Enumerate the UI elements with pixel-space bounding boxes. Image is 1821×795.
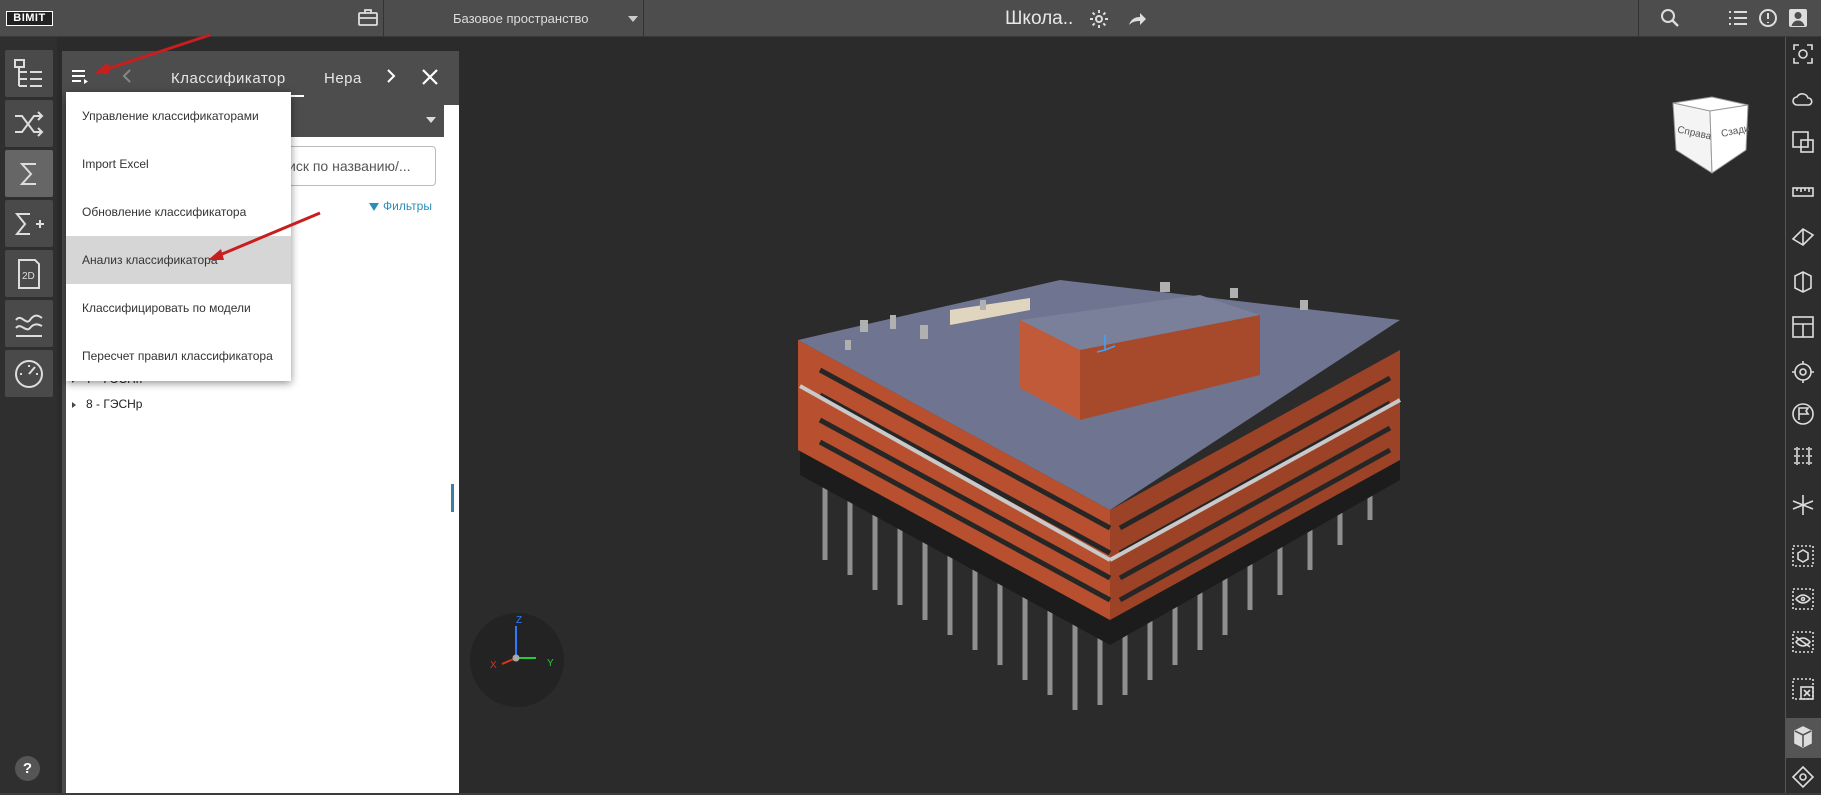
svg-text:2D: 2D [22,271,35,282]
2d-drawing-icon[interactable]: 2D [5,250,53,297]
menu-item-manage-classifiers[interactable]: Управление классификаторами [66,92,291,140]
sigma-plus-icon[interactable] [5,200,53,247]
cube-select-icon[interactable] [1791,544,1815,568]
tab-classifier[interactable]: Классификатор [171,70,286,87]
floor-plan-icon[interactable] [1791,315,1815,339]
menu-item-classify-by-model[interactable]: Классифицировать по модели [66,284,291,332]
solid-cube-icon[interactable] [1791,725,1815,749]
axis-z-label: Z [516,615,523,626]
cloud-icon[interactable] [1791,87,1815,111]
select-area-icon[interactable] [1791,130,1815,154]
workspace-selector[interactable]: Базовое пространство [453,11,589,26]
flag-icon[interactable] [1791,402,1815,426]
page-title: Школа.. [1005,8,1074,29]
menu-item-recalculate-rules[interactable]: Пересчет правил классификатора [66,332,291,380]
eye-icon[interactable] [1791,587,1815,611]
fit-view-icon[interactable] [1791,42,1815,66]
explode-icon[interactable] [1791,493,1815,517]
shuffle-icon[interactable] [5,100,53,147]
gauge-icon[interactable] [5,350,53,397]
navigation-icon[interactable] [1791,765,1815,789]
axis-x-label: X [490,660,497,671]
share-icon[interactable] [1126,9,1148,31]
tree-item-label: 8 - ГЭСНр [86,397,143,411]
st-dimensions-icon[interactable] [1791,444,1815,468]
filters-label: Фильтры [383,199,432,213]
help-button[interactable]: ? [15,756,40,781]
expand-arrow-icon[interactable] [72,401,76,408]
briefcase-icon[interactable] [357,8,379,30]
filter-icon [369,203,379,211]
target-icon[interactable] [1791,360,1815,384]
chart-lines-icon[interactable] [5,300,53,347]
menu-item-update-classifier[interactable]: Обновление классификатора [66,188,291,236]
sync-icon[interactable] [1757,8,1779,32]
box-x-icon[interactable] [1791,677,1815,701]
ruler-icon[interactable] [1791,180,1815,204]
filters-button[interactable]: Фильтры [369,199,432,213]
gear-icon[interactable] [1088,9,1110,33]
chevron-down-icon[interactable] [628,16,638,22]
top-bar [0,0,1821,37]
building-model[interactable] [780,270,1430,710]
eye-off-icon[interactable] [1791,630,1815,654]
tab-prev-icon[interactable] [118,68,136,88]
axis-y-label: Y [547,658,554,669]
search-icon[interactable] [1659,8,1681,32]
section-plane-icon[interactable] [1791,225,1815,249]
tree-item[interactable]: 8 - ГЭСНр [72,397,142,411]
panel-context-menu: Управление классификаторами Import Excel… [66,92,291,381]
chevron-down-icon[interactable] [426,117,436,123]
menu-item-analyze-classifier[interactable]: Анализ классификатора [66,236,291,284]
account-icon[interactable] [1787,8,1809,32]
menu-item-import-excel[interactable]: Import Excel [66,140,291,188]
tree-structure-icon[interactable] [5,50,53,97]
panel-menu-icon[interactable] [69,68,91,88]
tab-second[interactable]: Нера [324,70,364,87]
list-icon[interactable] [1727,9,1749,31]
panel-resize-handle[interactable] [451,484,454,512]
section-box-icon[interactable] [1791,270,1815,294]
close-icon[interactable] [420,68,440,90]
sigma-icon[interactable] [5,150,53,197]
app-logo[interactable]: BIMIT [6,11,53,26]
tab-next-icon[interactable] [382,68,400,88]
